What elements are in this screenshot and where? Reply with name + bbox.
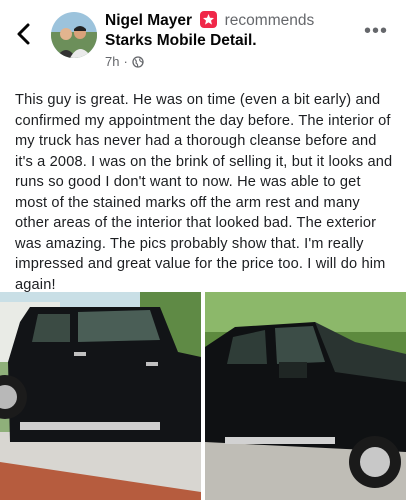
- truck-photo-side[interactable]: [0, 292, 201, 500]
- post-body-text: This guy is great. He was on time (even …: [15, 92, 393, 293]
- globe-icon: [132, 55, 144, 68]
- recommend-badge-icon: [200, 11, 218, 28]
- post-meta: 7h ·: [105, 54, 144, 69]
- author-name[interactable]: Nigel Mayer: [105, 12, 192, 29]
- meta-separator: ·: [123, 54, 128, 69]
- post-time[interactable]: 7h: [105, 54, 119, 69]
- truck-photo-front[interactable]: [205, 292, 406, 500]
- chevron-left-icon[interactable]: [14, 20, 34, 48]
- action-text: recommends: [224, 12, 315, 29]
- more-options-icon[interactable]: •••: [364, 20, 388, 43]
- avatar[interactable]: [51, 12, 97, 58]
- author-line: Nigel Mayer recommends: [105, 11, 314, 30]
- post-header: Nigel Mayer recommends Starks Mobile Det…: [0, 0, 406, 80]
- page-name[interactable]: Starks Mobile Detail.: [105, 32, 257, 50]
